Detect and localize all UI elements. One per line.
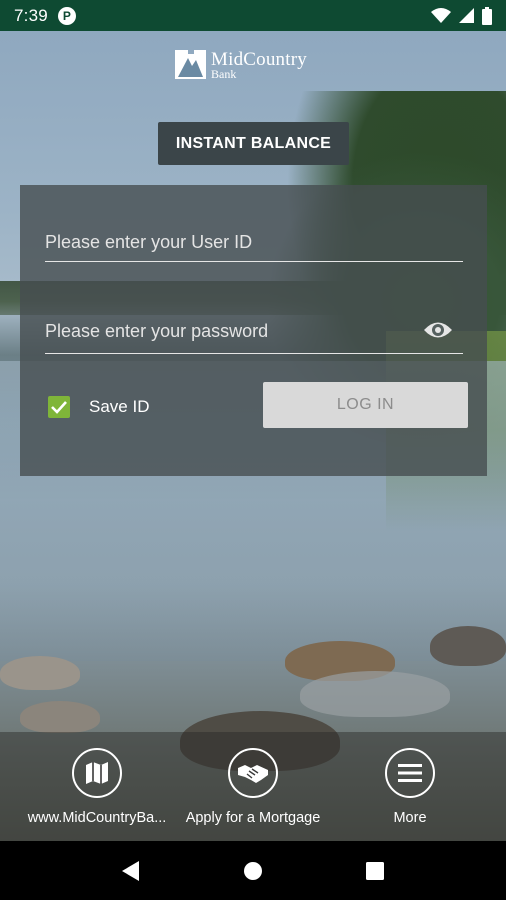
more-link[interactable]: More xyxy=(360,748,460,826)
wifi-icon xyxy=(431,7,451,23)
app-notification-icon: P xyxy=(57,6,76,25)
save-id-checkbox[interactable] xyxy=(48,396,70,418)
website-link-label: www.MidCountryBa... xyxy=(27,810,167,826)
mortgage-link-circle[interactable] xyxy=(228,748,278,798)
bank-logo: MidCountry Bank xyxy=(174,48,307,81)
back-triangle-icon xyxy=(122,860,139,881)
rock xyxy=(0,656,80,690)
logo-sub: Bank xyxy=(211,66,237,81)
battery-icon xyxy=(482,6,492,25)
rock xyxy=(430,626,506,666)
status-bar: 7:39 P xyxy=(0,0,506,31)
rock xyxy=(300,671,450,717)
home-circle-icon xyxy=(244,861,262,880)
quick-links-bar: www.MidCountryBa... Apply for a Mortgage… xyxy=(0,732,506,841)
website-link[interactable]: www.MidCountryBa... xyxy=(22,748,172,826)
login-panel: Please enter your User ID Please enter y… xyxy=(20,185,487,476)
mortgage-link-label: Apply for a Mortgage xyxy=(185,810,321,826)
menu-icon xyxy=(398,764,422,782)
back-button[interactable] xyxy=(111,851,151,891)
save-id-row[interactable]: Save ID xyxy=(48,396,149,418)
map-icon xyxy=(86,762,108,784)
logo-text: MidCountry Bank xyxy=(211,50,307,80)
more-link-circle[interactable] xyxy=(385,748,435,798)
home-button[interactable] xyxy=(233,851,273,891)
show-password-eye-icon[interactable] xyxy=(423,319,453,341)
logo-mark-icon xyxy=(175,50,206,79)
handshake-icon xyxy=(238,765,268,783)
more-link-label: More xyxy=(393,810,427,826)
login-button[interactable]: LOG IN xyxy=(263,382,468,428)
logo-name: MidCountry xyxy=(211,48,307,70)
cell-signal-icon xyxy=(459,7,474,23)
website-link-circle[interactable] xyxy=(72,748,122,798)
user-id-field[interactable]: Please enter your User ID xyxy=(45,232,463,262)
checkmark-icon xyxy=(51,401,67,414)
recents-button[interactable] xyxy=(355,851,395,891)
system-nav-bar xyxy=(0,841,506,900)
instant-balance-button[interactable]: INSTANT BALANCE xyxy=(158,122,349,165)
status-icons xyxy=(431,6,492,25)
recents-square-icon xyxy=(366,861,384,880)
password-field[interactable]: Please enter your password xyxy=(45,321,463,354)
status-time: 7:39 xyxy=(14,5,48,25)
password-placeholder: Please enter your password xyxy=(45,321,269,341)
save-id-label: Save ID xyxy=(89,397,150,416)
rock xyxy=(20,701,100,733)
user-id-placeholder: Please enter your User ID xyxy=(45,232,253,252)
mortgage-link[interactable]: Apply for a Mortgage xyxy=(178,748,328,826)
